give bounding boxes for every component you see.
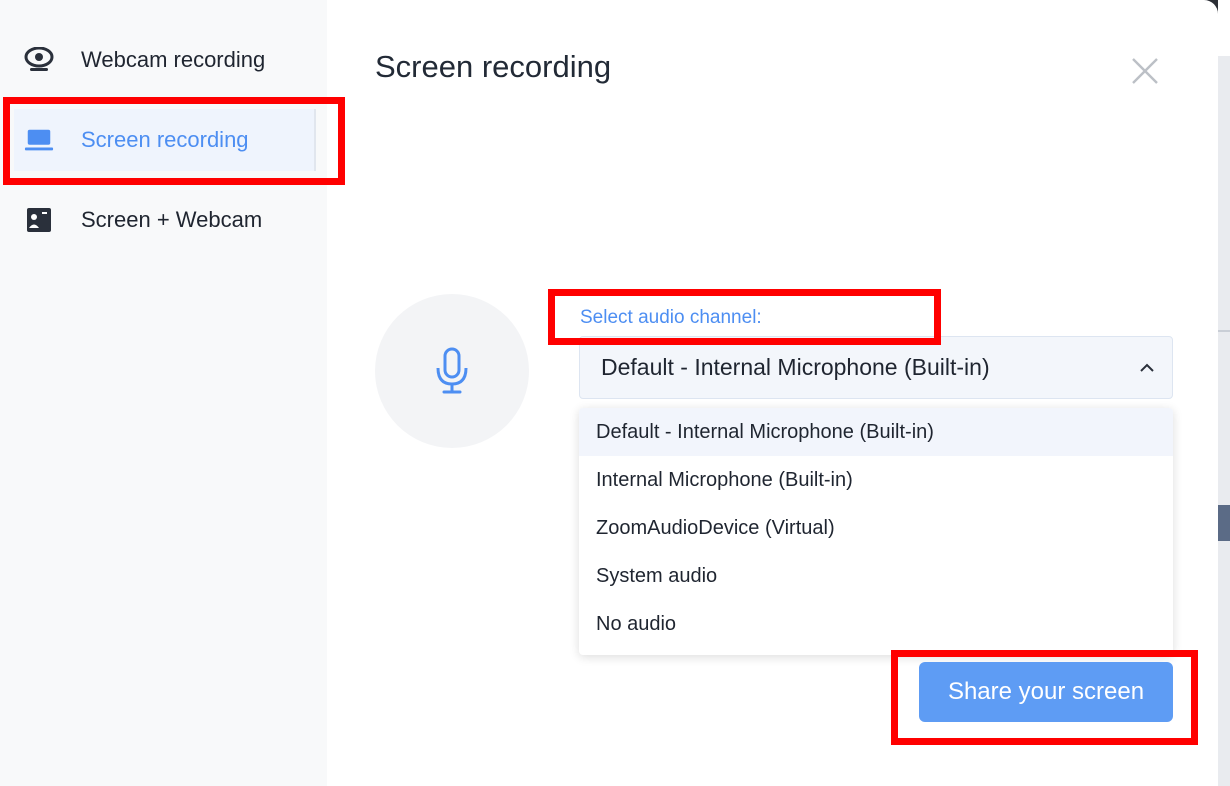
dropdown-option-default-internal-mic[interactable]: Default - Internal Microphone (Built-in) bbox=[579, 408, 1173, 456]
sidebar-item-webcam-recording[interactable]: Webcam recording bbox=[14, 29, 316, 91]
sidebar-item-label: Screen recording bbox=[81, 127, 249, 152]
microphone-indicator bbox=[375, 294, 529, 448]
dropdown-option-internal-mic[interactable]: Internal Microphone (Built-in) bbox=[579, 456, 1173, 504]
laptop-icon bbox=[24, 125, 54, 155]
selected-audio-value: Default - Internal Microphone (Built-in) bbox=[601, 354, 990, 380]
dropdown-option-system-audio[interactable]: System audio bbox=[579, 552, 1173, 600]
close-button[interactable] bbox=[1128, 54, 1162, 88]
audio-channel-label: Select audio channel: bbox=[580, 307, 762, 328]
sidebar: Webcam recording Screen recording Screen… bbox=[0, 0, 327, 786]
sidebar-item-label: Webcam recording bbox=[81, 47, 266, 72]
chevron-up-icon bbox=[1140, 363, 1154, 372]
close-icon bbox=[1132, 58, 1158, 84]
sidebar-item-screen-webcam[interactable]: Screen + Webcam bbox=[14, 189, 316, 251]
page-title: Screen recording bbox=[375, 49, 612, 84]
webcam-icon bbox=[24, 45, 54, 75]
sidebar-item-label: Screen + Webcam bbox=[81, 207, 263, 232]
audio-channel-select[interactable]: Default - Internal Microphone (Built-in) bbox=[579, 336, 1173, 399]
microphone-icon bbox=[436, 347, 468, 394]
audio-channel-dropdown: Default - Internal Microphone (Built-in)… bbox=[579, 408, 1173, 655]
background-edge bbox=[1218, 0, 1230, 786]
share-screen-button[interactable]: Share your screen bbox=[919, 662, 1173, 722]
screen-webcam-icon bbox=[24, 205, 54, 235]
dropdown-option-no-audio[interactable]: No audio bbox=[579, 600, 1173, 648]
recording-dialog: Webcam recording Screen recording Screen… bbox=[0, 0, 1218, 786]
sidebar-item-screen-recording[interactable]: Screen recording bbox=[14, 109, 316, 171]
dropdown-option-zoom-audio-device[interactable]: ZoomAudioDevice (Virtual) bbox=[579, 504, 1173, 552]
